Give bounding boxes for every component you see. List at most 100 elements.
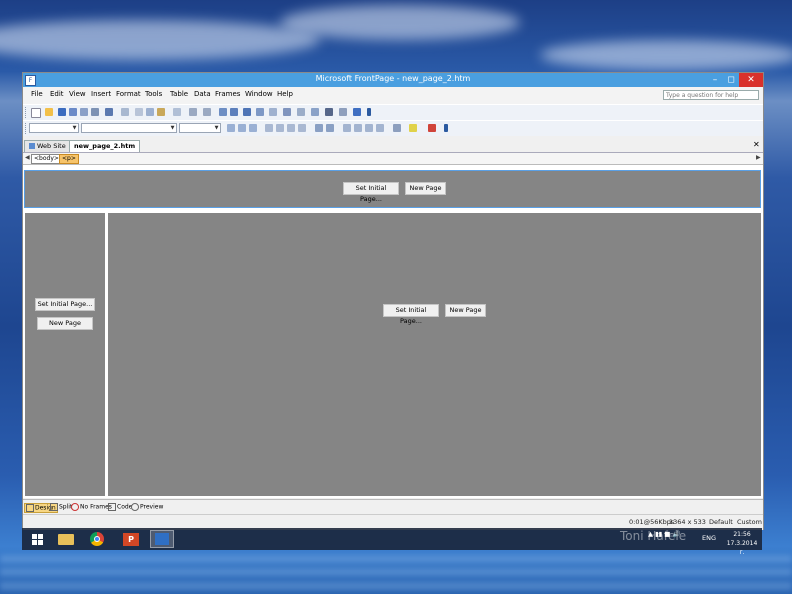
clock[interactable]: 21:56 17.3.2014 г. xyxy=(724,530,760,557)
minimize-button[interactable]: – xyxy=(707,73,723,87)
save-icon[interactable] xyxy=(58,108,66,116)
left-frame[interactable]: Set Initial Page... New Page xyxy=(25,213,105,496)
menu-format[interactable]: Format xyxy=(116,90,141,98)
new-page-button[interactable]: New Page xyxy=(37,317,93,330)
decrease-indent-icon[interactable] xyxy=(365,124,373,132)
menu-data[interactable]: Data xyxy=(194,90,211,98)
menu-insert[interactable]: Insert xyxy=(91,90,111,98)
open-folder-icon[interactable] xyxy=(45,108,53,116)
tab-label: Web Site xyxy=(37,142,66,150)
maximize-button[interactable]: ◻ xyxy=(723,73,739,87)
help-icon[interactable] xyxy=(353,108,361,116)
hyperlink-icon[interactable] xyxy=(283,108,291,116)
format-painter-icon[interactable] xyxy=(173,108,181,116)
page-size[interactable]: 1364 x 533 xyxy=(669,518,706,526)
toolbar-grip[interactable] xyxy=(25,123,28,134)
insert-table-icon[interactable] xyxy=(230,108,238,116)
borders-icon[interactable] xyxy=(393,124,401,132)
ask-question-input[interactable]: Type a question for help xyxy=(663,90,759,100)
refresh-icon[interactable] xyxy=(297,108,305,116)
windows-start-icon[interactable] xyxy=(26,530,50,548)
main-frame[interactable]: Set Initial Page... New Page xyxy=(108,213,761,496)
close-document-icon[interactable]: ✕ xyxy=(753,140,760,149)
copy-icon[interactable] xyxy=(146,108,154,116)
align-center-icon[interactable] xyxy=(276,124,284,132)
underline-icon[interactable] xyxy=(249,124,257,132)
menu-table[interactable]: Table xyxy=(170,90,188,98)
split-view-button[interactable]: Split xyxy=(50,503,72,511)
code-snippet-icon[interactable] xyxy=(339,108,347,116)
align-right-icon[interactable] xyxy=(287,124,295,132)
file-explorer-icon[interactable] xyxy=(54,530,78,548)
download-speed[interactable]: 0:01@56Kbps xyxy=(629,518,674,526)
menu-view[interactable]: View xyxy=(69,90,86,98)
web-site-icon xyxy=(29,143,35,149)
clock-time: 21:56 xyxy=(733,531,751,538)
no-frames-view-button[interactable]: No Frames xyxy=(71,503,112,511)
clock-date: 17.3.2014 г. xyxy=(726,540,758,556)
toolbar-grip[interactable] xyxy=(25,107,28,118)
new-page-button[interactable]: New Page xyxy=(405,182,446,195)
search-icon[interactable] xyxy=(80,108,88,116)
numbering-icon[interactable] xyxy=(343,124,351,132)
chrome-icon[interactable] xyxy=(85,530,109,548)
italic-icon[interactable] xyxy=(238,124,246,132)
increase-indent-icon[interactable] xyxy=(376,124,384,132)
tab-web-site[interactable]: Web Site xyxy=(24,140,71,152)
font-color-icon[interactable] xyxy=(428,124,436,132)
grow-font-icon[interactable] xyxy=(315,124,323,132)
publish-icon[interactable] xyxy=(69,108,77,116)
menu-file[interactable]: File xyxy=(31,90,43,98)
set-initial-page-button[interactable]: Set Initial Page... xyxy=(343,182,399,203)
redo-icon[interactable] xyxy=(203,108,211,116)
font-combo[interactable]: ▼ xyxy=(81,123,177,133)
chevron-right-icon[interactable]: ▶ xyxy=(756,154,761,161)
split-icon xyxy=(50,503,58,511)
style-combo[interactable]: ▼ xyxy=(29,123,79,133)
new-page-button[interactable]: New Page xyxy=(445,304,486,317)
powerpoint-icon[interactable]: P xyxy=(119,530,143,548)
undo-icon[interactable] xyxy=(189,108,197,116)
custom-status[interactable]: Custom xyxy=(737,518,762,526)
chevron-left-icon[interactable]: ◀ xyxy=(25,154,30,161)
insert-picture-icon[interactable] xyxy=(256,108,264,116)
justify-icon[interactable] xyxy=(298,124,306,132)
menu-window[interactable]: Window xyxy=(245,90,273,98)
menu-frames[interactable]: Frames xyxy=(215,90,240,98)
tag-p[interactable]: <p> xyxy=(59,154,79,164)
default-status[interactable]: Default xyxy=(709,518,733,526)
insert-layer-icon[interactable] xyxy=(243,108,251,116)
bullets-icon[interactable] xyxy=(354,124,362,132)
tag-body[interactable]: <body> xyxy=(31,154,62,164)
shrink-font-icon[interactable] xyxy=(326,124,334,132)
close-button[interactable]: ✕ xyxy=(739,73,763,87)
frontpage-taskbar-icon[interactable] xyxy=(150,530,174,548)
highlight-icon[interactable] xyxy=(409,124,417,132)
cut-icon[interactable] xyxy=(135,108,143,116)
print-icon[interactable] xyxy=(91,108,99,116)
menu-help[interactable]: Help xyxy=(277,90,293,98)
set-initial-page-button[interactable]: Set Initial Page... xyxy=(383,304,439,325)
bold-icon[interactable] xyxy=(227,124,235,132)
code-view-button[interactable]: Code xyxy=(108,503,132,511)
top-frame[interactable]: Set Initial Page... New Page xyxy=(24,170,761,208)
font-size-combo[interactable]: ▼ xyxy=(179,123,221,133)
stop-icon[interactable] xyxy=(311,108,319,116)
menu-edit[interactable]: Edit xyxy=(50,90,64,98)
menu-tools[interactable]: Tools xyxy=(145,90,162,98)
new-page-icon[interactable] xyxy=(31,108,41,118)
preview-icon[interactable] xyxy=(105,108,113,116)
align-left-icon[interactable] xyxy=(265,124,273,132)
show-all-icon[interactable] xyxy=(325,108,333,116)
tab-document[interactable]: new_page_2.htm xyxy=(69,140,141,152)
toolbar-options-icon[interactable] xyxy=(367,108,371,116)
toolbar-options-icon[interactable] xyxy=(444,124,448,132)
language-indicator[interactable]: ENG xyxy=(702,534,716,542)
preview-view-button[interactable]: Preview xyxy=(131,503,163,511)
spelling-icon[interactable] xyxy=(121,108,129,116)
set-initial-page-button[interactable]: Set Initial Page... xyxy=(35,298,95,311)
drawing-icon[interactable] xyxy=(269,108,277,116)
paste-icon[interactable] xyxy=(157,108,165,116)
web-component-icon[interactable] xyxy=(219,108,227,116)
chevron-down-icon: ▼ xyxy=(214,125,219,131)
